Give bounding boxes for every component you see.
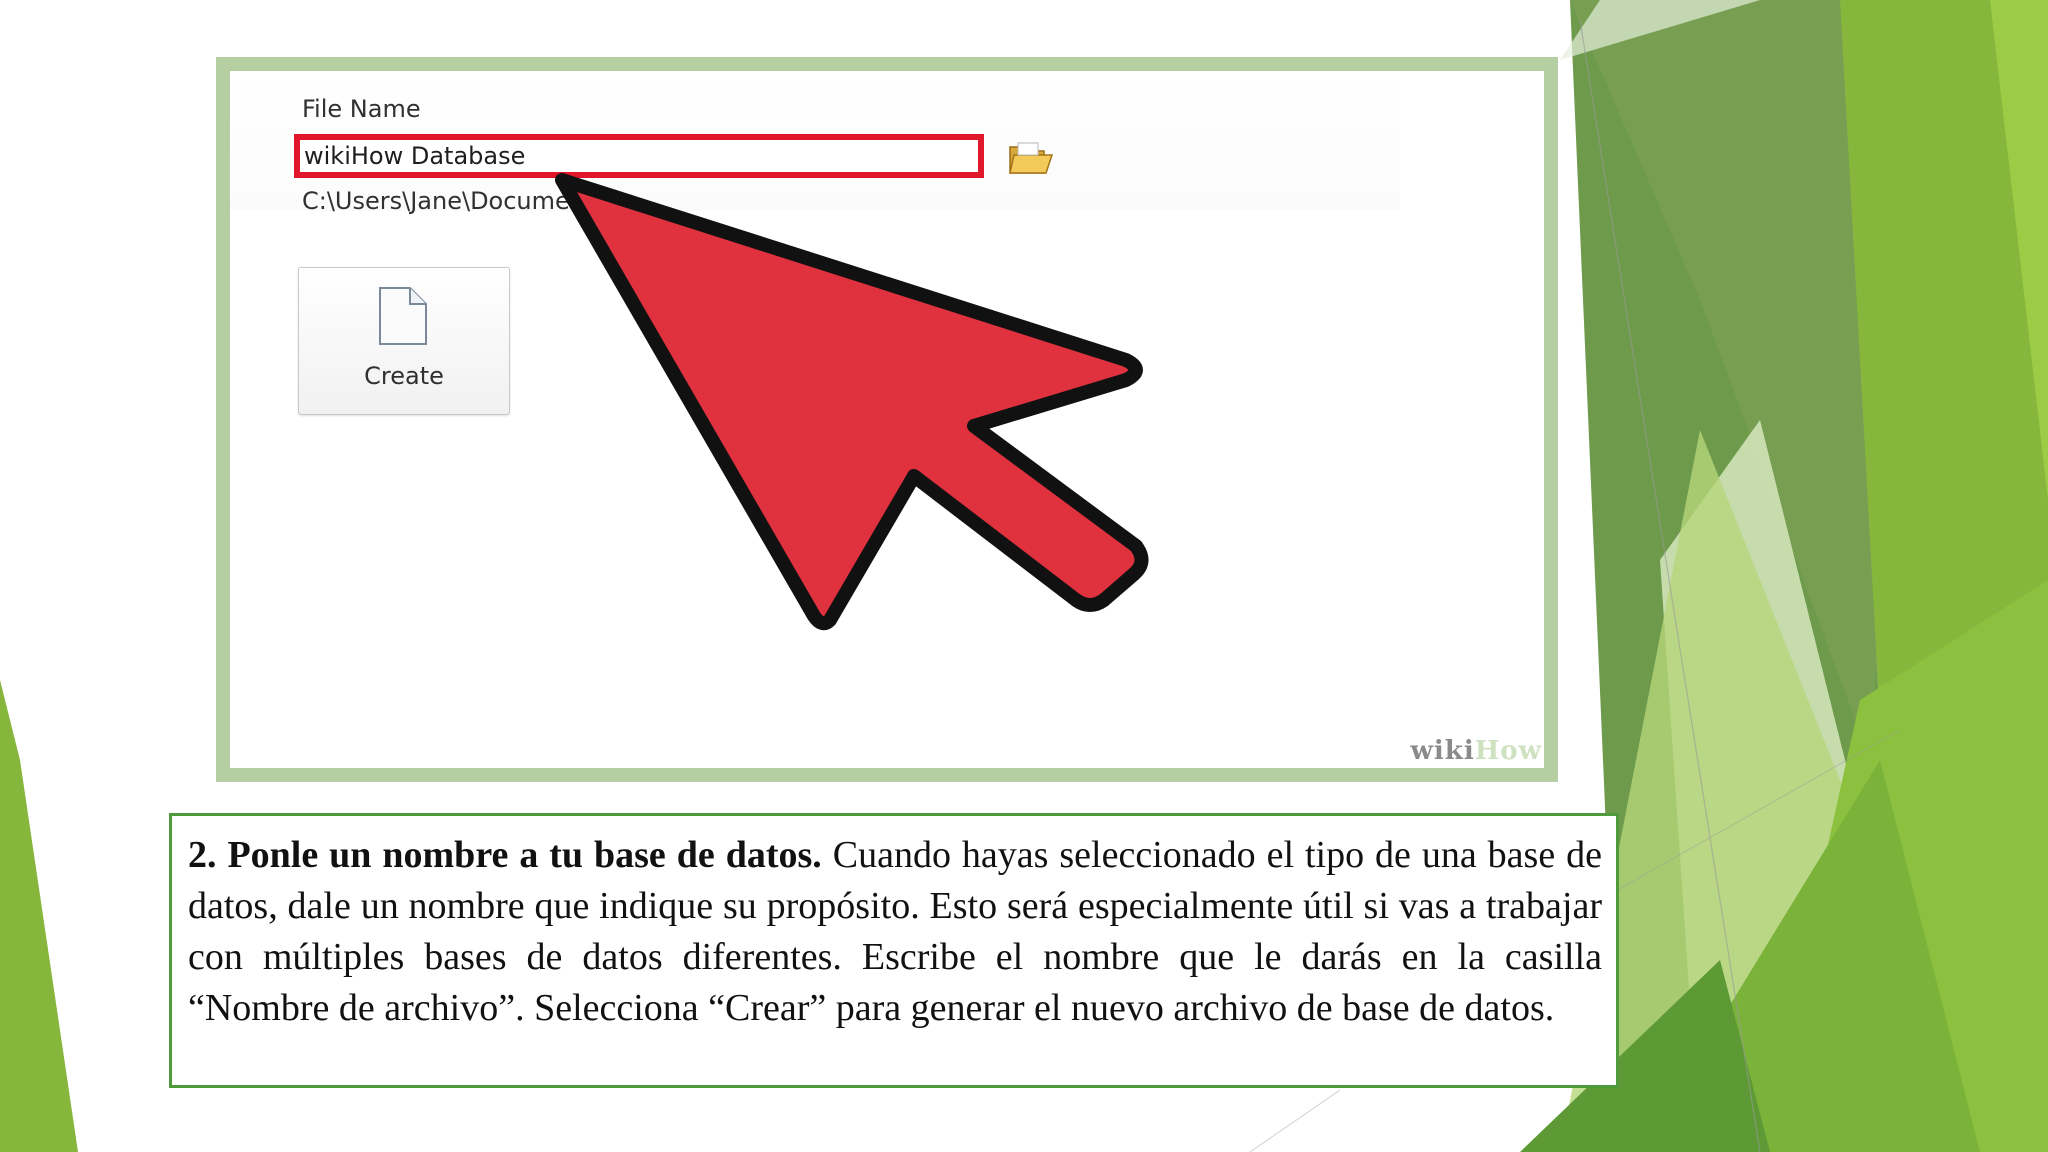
browse-folder-button[interactable]: [1006, 137, 1054, 177]
file-name-label: File Name: [302, 95, 421, 123]
bg-shape: [0, 680, 78, 1152]
create-button[interactable]: Create: [298, 267, 510, 415]
instruction-caption: 2. Ponle un nombre a tu base de datos. C…: [169, 813, 1619, 1088]
create-button-label: Create: [364, 362, 444, 390]
folder-open-icon: [1009, 142, 1054, 174]
red-pointer-arrow-icon: [555, 173, 1149, 631]
screenshot-panel: File Name C:\Users\Jane\Documents\ Creat…: [216, 57, 1558, 782]
file-name-input[interactable]: [294, 134, 984, 178]
bg-line: [1249, 1089, 1341, 1152]
document-icon: [379, 287, 427, 345]
wikihow-watermark: wikiHow: [1410, 736, 1542, 766]
caption-heading: 2. Ponle un nombre a tu base de datos.: [188, 834, 822, 876]
